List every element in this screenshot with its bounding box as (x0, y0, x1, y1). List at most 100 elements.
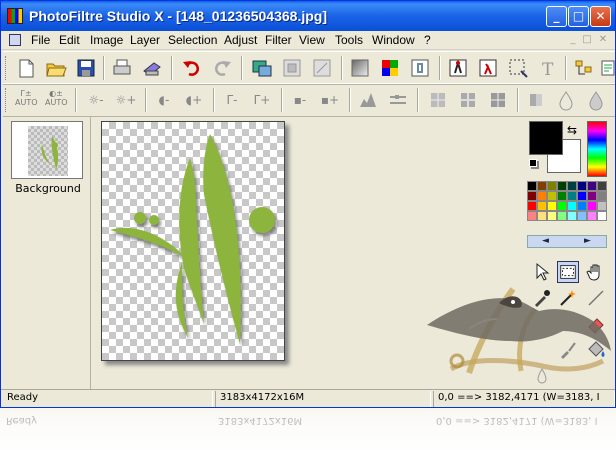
image-canvas[interactable] (101, 121, 285, 361)
menu-selection[interactable]: Selection (168, 33, 217, 47)
color-swatch[interactable] (557, 201, 567, 211)
color-swatch[interactable] (587, 211, 597, 221)
color-swatch[interactable] (557, 181, 567, 191)
color-swatch[interactable] (527, 191, 537, 201)
histogram-icon[interactable] (387, 89, 409, 111)
image-size-icon[interactable] (251, 57, 273, 79)
color-swatch[interactable] (547, 201, 557, 211)
color-swatch[interactable] (597, 191, 607, 201)
save-icon[interactable] (75, 57, 97, 79)
saturation-minus-icon[interactable]: ▪- (289, 89, 311, 111)
color-swatch[interactable] (567, 191, 577, 201)
palette-prev-button[interactable]: ◄ (542, 236, 549, 246)
palette-next-button[interactable]: ► (584, 236, 591, 246)
layer-thumbnail[interactable] (11, 121, 83, 179)
color-swatch[interactable] (587, 191, 597, 201)
sharpen-icon[interactable] (487, 89, 509, 111)
print-icon[interactable] (111, 57, 133, 79)
color-swatch[interactable] (567, 201, 577, 211)
color-swatch[interactable] (587, 181, 597, 191)
brightness-minus-icon[interactable]: ☼- (85, 89, 107, 111)
gamma-minus-icon[interactable]: Γ- (221, 89, 243, 111)
menu-edit[interactable]: Edit (59, 33, 80, 47)
color-swatch[interactable] (567, 181, 577, 191)
contrast-minus-icon[interactable]: ◖- (153, 89, 175, 111)
minimize-button[interactable]: _ (546, 6, 567, 27)
mdi-close-button[interactable]: ✕ (597, 34, 609, 46)
saturation-plus-icon[interactable]: ▪+ (319, 89, 341, 111)
color-swatch[interactable] (537, 211, 547, 221)
title-bar[interactable]: PhotoFiltre Studio X - [148_01236504368.… (1, 1, 615, 31)
contrast-plus-icon[interactable]: ◖+ (183, 89, 205, 111)
color-swatch[interactable] (577, 191, 587, 201)
contrast-icon[interactable] (447, 57, 469, 79)
color-swatch[interactable] (577, 201, 587, 211)
color-swatch[interactable] (527, 201, 537, 211)
levels-icon[interactable] (357, 89, 379, 111)
menu-view[interactable]: View (299, 33, 325, 47)
reset-colors-icon[interactable] (529, 159, 537, 167)
menu-adjust[interactable]: Adjust (224, 33, 257, 47)
color-swatch[interactable] (597, 181, 607, 191)
run-icon[interactable] (477, 57, 499, 79)
auto-levels-icon[interactable]: Γ± AUTO (15, 89, 38, 111)
color-swatch[interactable] (567, 211, 577, 221)
foreground-color-swatch[interactable] (529, 121, 563, 155)
color-swatch[interactable] (537, 191, 547, 201)
preferences-icon[interactable] (597, 57, 616, 79)
swap-colors-icon[interactable]: ⇆ (567, 123, 577, 137)
color-swatch[interactable] (577, 211, 587, 221)
color-swatch[interactable] (597, 201, 607, 211)
maximize-button[interactable]: □ (568, 6, 589, 27)
toolbar-grip[interactable] (5, 88, 8, 112)
undo-icon[interactable] (181, 57, 203, 79)
toolbar-grip[interactable] (5, 56, 8, 80)
document-icon[interactable] (9, 34, 21, 46)
color-swatch[interactable] (557, 191, 567, 201)
gradient-icon[interactable] (349, 57, 371, 79)
transparency-icon[interactable] (409, 57, 431, 79)
blur-icon[interactable] (427, 89, 449, 111)
selection-icon[interactable] (507, 57, 529, 79)
water-icon[interactable] (585, 89, 607, 111)
color-swatch[interactable] (547, 191, 557, 201)
new-icon[interactable] (15, 57, 37, 79)
color-swatch[interactable] (537, 181, 547, 191)
color-swatch[interactable] (537, 201, 547, 211)
menu-image[interactable]: Image (90, 33, 123, 47)
menu-help[interactable]: ? (424, 33, 431, 47)
menu-layer[interactable]: Layer (130, 33, 160, 47)
menu-tools[interactable]: Tools (335, 33, 363, 47)
color-swatch[interactable] (547, 211, 557, 221)
text-icon[interactable]: T (537, 57, 559, 79)
canvas-size-icon[interactable] (281, 57, 303, 79)
noise-icon[interactable] (525, 89, 547, 111)
soften-icon[interactable] (457, 89, 479, 111)
open-icon[interactable] (45, 57, 67, 79)
menu-filter[interactable]: Filter (265, 33, 292, 47)
menu-window[interactable]: Window (372, 33, 415, 47)
explorer-icon[interactable] (573, 57, 595, 79)
app-icon[interactable] (7, 8, 23, 24)
scan-icon[interactable] (141, 57, 163, 79)
menu-file[interactable]: File (31, 33, 50, 47)
color-swatch[interactable] (577, 181, 587, 191)
color-icon[interactable] (379, 57, 401, 79)
auto-contrast-icon[interactable]: ◐± AUTO (45, 89, 68, 111)
mdi-minimize-button[interactable]: _ (567, 34, 579, 46)
gamma-plus-icon[interactable]: Γ+ (251, 89, 273, 111)
color-spectrum[interactable] (587, 121, 607, 177)
brightness-plus-icon[interactable]: ☼+ (115, 89, 137, 111)
color-swatch[interactable] (557, 211, 567, 221)
color-swatch[interactable] (597, 211, 607, 221)
drop-icon[interactable] (555, 89, 577, 111)
layer-name[interactable]: Background (3, 182, 93, 195)
color-swatch[interactable] (527, 181, 537, 191)
mdi-restore-button[interactable]: □ (581, 34, 593, 46)
fit-icon[interactable] (311, 57, 333, 79)
color-swatch[interactable] (587, 201, 597, 211)
color-swatch[interactable] (547, 181, 557, 191)
color-swatch[interactable] (527, 211, 537, 221)
close-button[interactable]: ✕ (590, 6, 611, 27)
redo-icon[interactable] (211, 57, 233, 79)
